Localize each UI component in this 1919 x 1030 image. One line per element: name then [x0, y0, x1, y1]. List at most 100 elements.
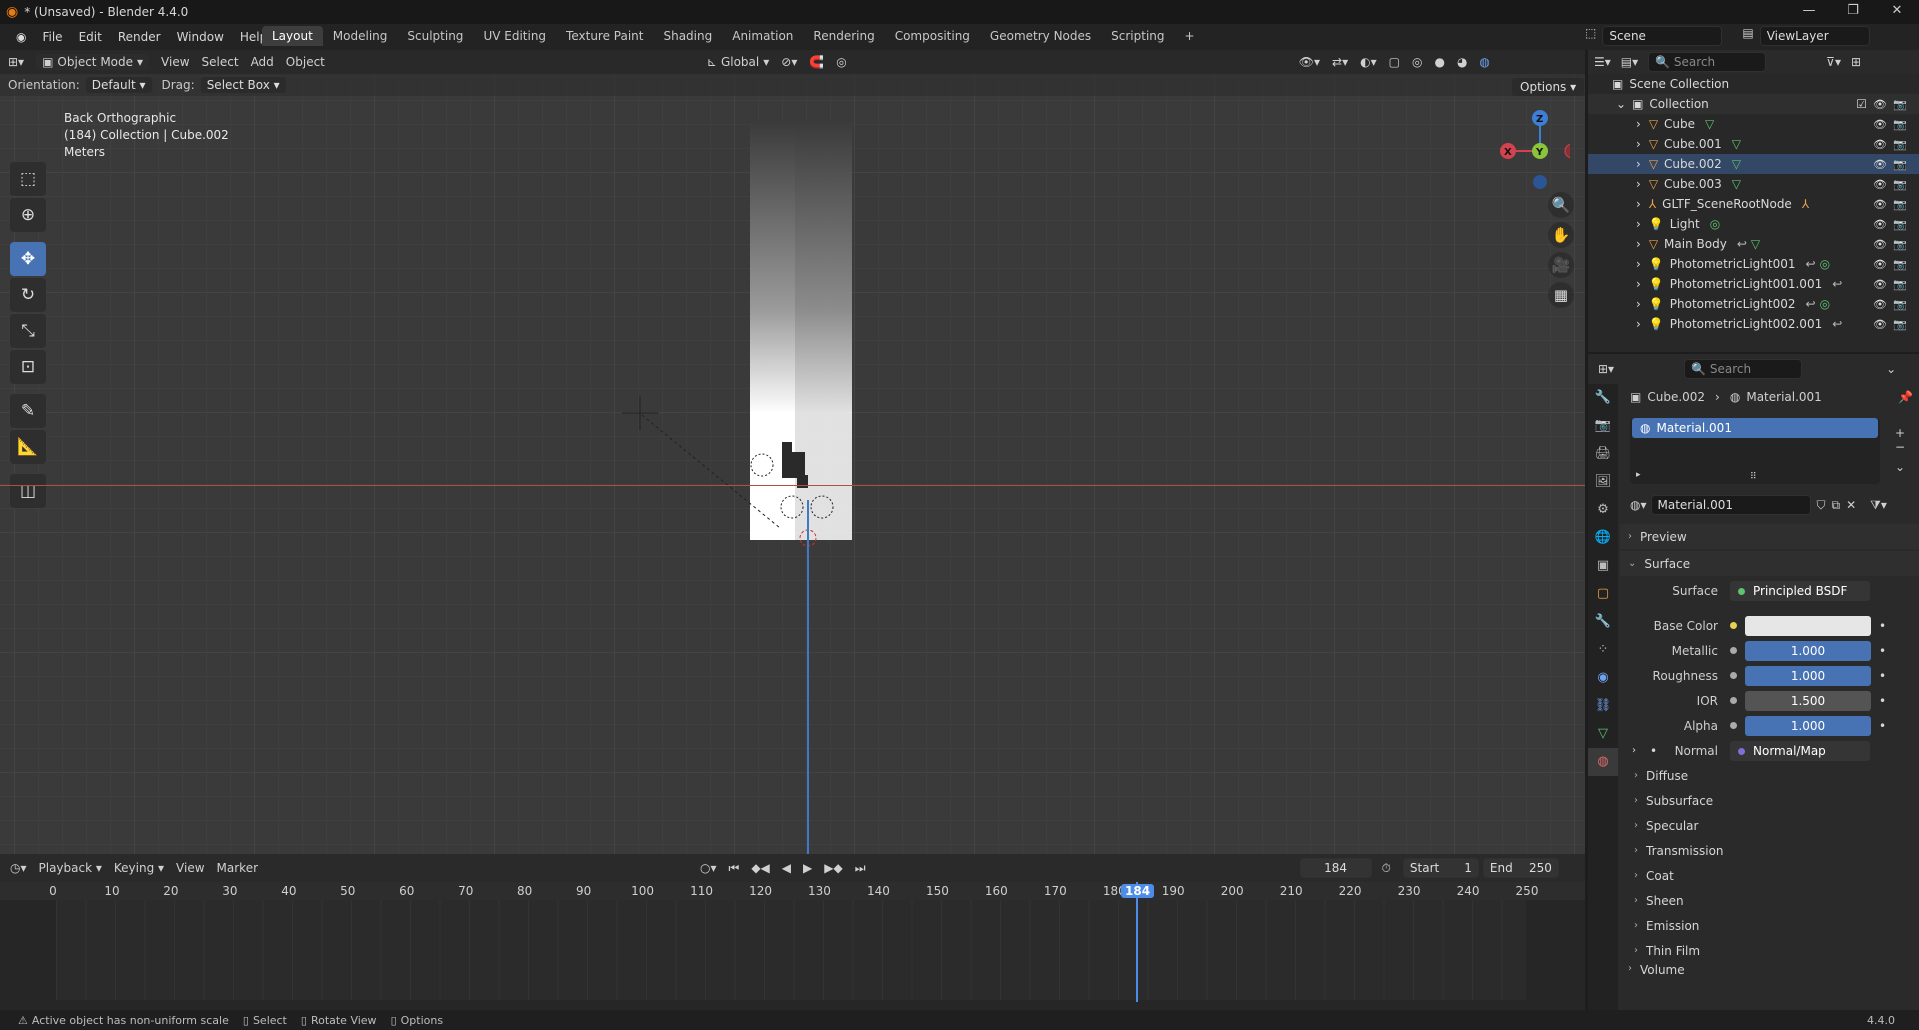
- expand-icon[interactable]: ›: [1636, 117, 1641, 131]
- output-tab-icon[interactable]: 🖨: [1588, 440, 1618, 468]
- keyframe-dot-icon[interactable]: •: [1879, 669, 1886, 683]
- preview-panel-header[interactable]: › Preview: [1620, 524, 1919, 549]
- ior-field[interactable]: 1.500: [1745, 690, 1871, 711]
- current-frame-field[interactable]: 184: [1299, 858, 1372, 878]
- collection-tab-icon[interactable]: ▣: [1588, 552, 1618, 580]
- subsection-transmission[interactable]: › Transmission: [1620, 838, 1919, 863]
- gizmo-neg-z-axis[interactable]: [1533, 175, 1547, 189]
- outliner-item-cube-002[interactable]: › ▽ Cube.002 ▽ 👁 📷: [1588, 154, 1919, 174]
- start-frame-field[interactable]: Start 1: [1402, 858, 1479, 878]
- timeline-editor-type-icon[interactable]: ◷▾: [10, 861, 27, 875]
- eye-icon[interactable]: 👁: [1873, 298, 1887, 311]
- prev-keyframe-icon[interactable]: ◆◀: [751, 861, 769, 875]
- material-slot-item[interactable]: ◍ Material.001: [1632, 418, 1878, 438]
- physics-tab-icon[interactable]: ◉: [1588, 664, 1618, 692]
- cursor-tool-icon[interactable]: ⊕: [10, 198, 46, 232]
- camera-icon[interactable]: 📷: [1893, 218, 1907, 231]
- pan-hand-icon[interactable]: ✋: [1548, 222, 1574, 248]
- base-color-swatch[interactable]: [1745, 615, 1871, 636]
- keyframe-dot-icon[interactable]: •: [1879, 644, 1886, 658]
- outliner-item-gltf-root[interactable]: › ⅄ GLTF_SceneRootNode ⅄ 👁 📷: [1588, 194, 1919, 214]
- eye-icon[interactable]: 👁: [1873, 118, 1887, 131]
- gizmo-toggle-icon[interactable]: ⇄▾: [1332, 55, 1348, 69]
- eye-icon[interactable]: 👁: [1873, 98, 1887, 111]
- timeline-menu-keying[interactable]: Keying ▾: [114, 861, 164, 875]
- jump-start-icon[interactable]: ⏮: [729, 861, 740, 876]
- navigation-gizmo[interactable]: Z X Y: [1490, 105, 1570, 205]
- properties-editor[interactable]: ⊞▾ 🔍 Search ⌄ 🔧 📷 🖨 🖼 ⚙ 🌐 ▣ ▢ 🔧 ⁘ ◉ ⛓ ▽ …: [1588, 354, 1919, 1010]
- outliner[interactable]: ☰▾ ▤▾ 🔍 Search ⊽▾ ⊞ ▣ Scene Collection ⌄…: [1588, 50, 1919, 352]
- eye-icon[interactable]: 👁: [1873, 238, 1887, 251]
- outliner-item-photometric-light002[interactable]: › 💡 PhotometricLight002 ↩ ◎ 👁 📷: [1588, 294, 1919, 314]
- menu-render[interactable]: Render: [110, 30, 169, 44]
- eye-icon[interactable]: 👁: [1873, 178, 1887, 191]
- keyframe-area[interactable]: [56, 900, 1526, 1000]
- next-keyframe-icon[interactable]: ▶◆: [824, 861, 842, 875]
- expand-icon[interactable]: ›: [1636, 157, 1641, 171]
- node-tree-icon[interactable]: ⧩▾: [1870, 498, 1887, 513]
- camera-icon[interactable]: 📷: [1893, 138, 1907, 151]
- subsection-sheen[interactable]: › Sheen: [1620, 888, 1919, 913]
- preview-range-icon[interactable]: ⏱: [1382, 861, 1391, 876]
- camera-icon[interactable]: 📷: [1893, 178, 1907, 191]
- measure-tool-icon[interactable]: 📐: [10, 430, 46, 464]
- camera-icon[interactable]: 📷: [1893, 298, 1907, 311]
- scene-collection-row[interactable]: ▣ Scene Collection: [1588, 74, 1919, 94]
- outliner-item-photometric-light001-001[interactable]: › 💡 PhotometricLight001.001 ↩ 👁 📷: [1588, 274, 1919, 294]
- add-slot-icon[interactable]: +: [1888, 426, 1912, 440]
- outliner-item-cube-003[interactable]: › ▽ Cube.003 ▽ 👁 📷: [1588, 174, 1919, 194]
- xray-icon[interactable]: ▢: [1389, 55, 1400, 69]
- eye-icon[interactable]: 👁: [1873, 278, 1887, 291]
- material-name-field[interactable]: Material.001: [1650, 495, 1811, 515]
- add-workspace-icon[interactable]: +: [1175, 26, 1205, 46]
- alpha-slider[interactable]: 1.000: [1745, 715, 1871, 736]
- end-frame-field[interactable]: End 250: [1482, 858, 1559, 878]
- world-tab-icon[interactable]: 🌐: [1588, 524, 1618, 552]
- playhead[interactable]: [1136, 882, 1138, 1002]
- subsection-specular[interactable]: › Specular: [1620, 813, 1919, 838]
- camera-icon[interactable]: 📷: [1893, 118, 1907, 131]
- drag-dropdown[interactable]: Select Box ▾: [200, 77, 286, 93]
- outliner-item-cube[interactable]: › ▽ Cube ▽ 👁 📷: [1588, 114, 1919, 134]
- camera-icon[interactable]: 📷: [1893, 158, 1907, 171]
- remove-slot-icon[interactable]: −: [1888, 440, 1912, 454]
- auto-key-icon[interactable]: ○▾: [700, 861, 717, 875]
- tab-layout[interactable]: Layout: [262, 26, 323, 46]
- outliner-item-light[interactable]: › 💡 Light ◎ 👁 📷: [1588, 214, 1919, 234]
- expand-icon[interactable]: ›: [1636, 297, 1641, 311]
- tab-compositing[interactable]: Compositing: [885, 26, 980, 46]
- unlink-material-icon[interactable]: ✕: [1846, 498, 1856, 512]
- tab-texture-paint[interactable]: Texture Paint: [556, 26, 653, 46]
- material-tab-icon[interactable]: ◍: [1588, 748, 1618, 776]
- subsection-thin-film[interactable]: › Thin Film: [1620, 938, 1919, 963]
- list-expand-icon[interactable]: ▸: [1636, 470, 1641, 480]
- expand-icon[interactable]: ›: [1636, 317, 1641, 331]
- 3d-cursor[interactable]: [620, 390, 800, 540]
- eye-icon[interactable]: 👁: [1873, 318, 1887, 331]
- gizmo-neg-x-axis[interactable]: [1564, 143, 1570, 159]
- scene-selector[interactable]: Scene: [1602, 26, 1723, 46]
- camera-icon[interactable]: 📷: [1893, 98, 1907, 111]
- keyframe-dot-icon[interactable]: •: [1879, 694, 1886, 708]
- menu-file[interactable]: File: [34, 30, 70, 44]
- snap-icon[interactable]: 🧲: [809, 55, 824, 69]
- list-resize-icon[interactable]: ⠿: [1750, 472, 1757, 482]
- keyframe-dot-icon[interactable]: •: [1879, 719, 1886, 733]
- move-tool-icon[interactable]: ✥: [10, 242, 46, 276]
- timeline-menu-view[interactable]: View: [176, 861, 204, 875]
- pivot-icon[interactable]: ⊘▾: [781, 55, 797, 69]
- minimize-icon[interactable]: —: [1787, 0, 1831, 24]
- shading-wireframe-icon[interactable]: ◎: [1412, 55, 1422, 69]
- keyframe-dot-icon[interactable]: •: [1879, 619, 1886, 633]
- transform-orientation[interactable]: ⊾ Global ▾: [707, 55, 769, 69]
- timeline-editor[interactable]: ◷▾ Playback ▾ Keying ▾ View Marker ○▾ ⏮ …: [0, 854, 1585, 1010]
- mode-selector[interactable]: ▣ Object Mode ▾: [36, 54, 150, 70]
- menu-edit[interactable]: Edit: [71, 30, 110, 44]
- camera-icon[interactable]: 📷: [1893, 198, 1907, 211]
- ortho-toggle-icon[interactable]: ▦: [1548, 282, 1574, 308]
- object-tab-icon[interactable]: ▢: [1588, 580, 1618, 608]
- surface-panel-header[interactable]: ⌄ Surface: [1620, 551, 1919, 576]
- metallic-slider[interactable]: 1.000: [1745, 640, 1871, 661]
- subsection-emission[interactable]: › Emission: [1620, 913, 1919, 938]
- timeline-menu-playback[interactable]: Playback ▾: [39, 861, 102, 875]
